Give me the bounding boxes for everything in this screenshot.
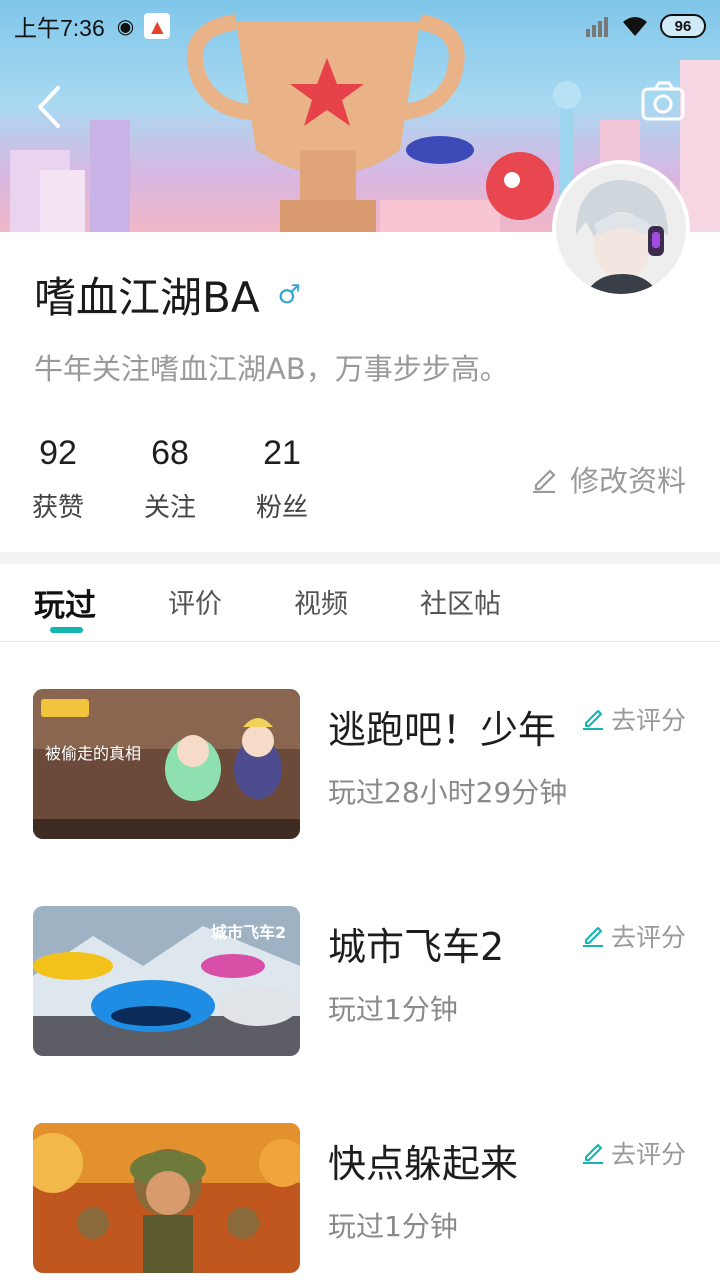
game-thumbnail[interactable]: 城市飞车2 — [33, 906, 300, 1056]
game-title[interactable]: 城市飞车2 — [328, 916, 504, 971]
list-item[interactable]: 城市飞车2 城市飞车2 玩过1分钟 去评分 — [0, 906, 720, 1056]
gender-male-icon: ♂ — [277, 279, 301, 310]
game-thumbnail-art — [33, 1123, 300, 1273]
camera-icon — [641, 81, 685, 121]
wifi-icon — [623, 17, 647, 36]
tab-community-posts[interactable]: 社区帖 — [420, 582, 501, 621]
tab-videos[interactable]: 视频 — [294, 582, 348, 621]
list-item[interactable]: 快点躲起来 玩过1分钟 去评分 — [0, 1123, 720, 1273]
back-button[interactable] — [30, 82, 70, 132]
game-title[interactable]: 逃跑吧！少年 — [328, 699, 556, 754]
camera-button[interactable] — [640, 80, 686, 122]
battery-level: 96 — [674, 17, 692, 35]
app-icon: ▲ — [144, 13, 171, 39]
game-title[interactable]: 快点躲起来 — [328, 1133, 518, 1188]
game-thumbnail-art: 被偷走的真相 — [33, 689, 300, 839]
stat-following-label: 关注 — [143, 493, 196, 523]
edit-profile-button[interactable]: 修改资料 — [530, 458, 686, 500]
back-icon — [38, 86, 60, 128]
edit-profile-label: 修改资料 — [569, 464, 686, 498]
signal-icon — [586, 17, 608, 37]
game-thumbnail-text: 城市飞车2 — [211, 923, 286, 942]
section-divider — [0, 552, 720, 564]
game-thumbnail[interactable]: 被偷走的真相 — [33, 689, 300, 839]
rate-pen-icon — [582, 710, 603, 730]
profile-name-row: 嗜血江湖BA ♂ — [34, 264, 301, 325]
game-playtime: 玩过1分钟 — [328, 993, 458, 1026]
stat-fans-label: 粉丝 — [255, 493, 308, 523]
stat-fans[interactable]: 21 粉丝 — [226, 434, 338, 524]
status-time: 上午7:36 — [14, 15, 105, 41]
stat-likes-label: 获赞 — [31, 493, 84, 523]
profile-bio: 牛年关注嗜血江湖AB，万事步步高。 — [34, 352, 509, 386]
stat-fans-value: 21 — [263, 434, 301, 472]
game-thumbnail[interactable] — [33, 1123, 300, 1273]
rate-pen-icon — [582, 927, 603, 947]
edit-icon — [532, 469, 556, 493]
notification-icon: ◉ — [116, 14, 135, 38]
rate-label: 去评分 — [610, 1140, 686, 1169]
stat-following[interactable]: 68 关注 — [114, 434, 226, 524]
stat-likes[interactable]: 92 获赞 — [2, 434, 114, 524]
game-playtime: 玩过1分钟 — [328, 1210, 458, 1243]
rate-pen-icon — [582, 1144, 603, 1164]
profile-name: 嗜血江湖BA — [34, 273, 260, 322]
rate-label: 去评分 — [610, 923, 686, 952]
game-playtime: 玩过28小时29分钟 — [328, 776, 568, 809]
game-thumbnail-text: 被偷走的真相 — [45, 744, 141, 763]
status-bar: 上午7:36 ◉ ▲ 96 — [0, 0, 720, 52]
profile-stats: 92 获赞 68 关注 21 粉丝 — [0, 434, 338, 524]
rate-button[interactable]: 去评分 — [581, 701, 686, 737]
stat-following-value: 68 — [151, 434, 189, 472]
list-item[interactable]: 被偷走的真相 逃跑吧！少年 玩过28小时29分钟 去评分 — [0, 689, 720, 839]
rate-button[interactable]: 去评分 — [581, 1135, 686, 1171]
rate-button[interactable]: 去评分 — [581, 918, 686, 954]
active-tab-indicator — [50, 627, 83, 633]
tab-played[interactable]: 玩过 — [34, 580, 96, 625]
game-thumbnail-art: 城市飞车2 — [33, 906, 300, 1056]
avatar-image — [556, 164, 686, 294]
stat-likes-value: 92 — [39, 434, 77, 472]
profile-tabs: 玩过 评价 视频 社区帖 — [0, 564, 720, 642]
avatar[interactable] — [552, 160, 690, 298]
rate-label: 去评分 — [610, 706, 686, 735]
tab-reviews[interactable]: 评价 — [168, 582, 222, 621]
battery-indicator: 96 — [660, 14, 706, 38]
